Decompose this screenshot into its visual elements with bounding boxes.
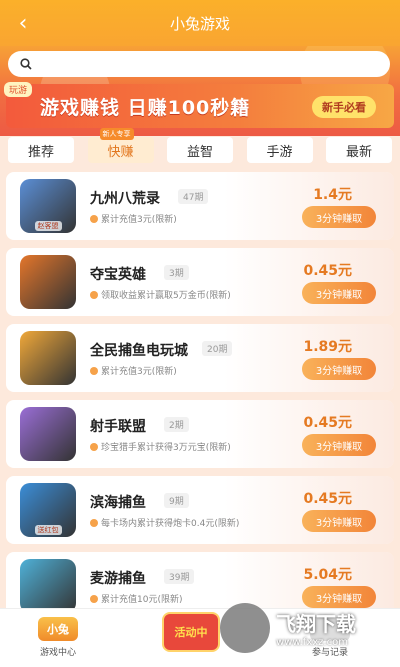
thumbnail-label: 送红包	[34, 525, 62, 535]
search-bar[interactable]	[8, 51, 390, 77]
banner-text: 游戏赚钱 日赚100秒籍	[40, 96, 251, 119]
earn-button[interactable]: 3分钟赚取	[302, 586, 376, 608]
new-user-badge: 新人专享	[99, 128, 134, 140]
game-name: 滨海捕鱼	[90, 495, 146, 511]
game-list: 赵客盟 九州八荒录 47期 累计充值3元(限新) 1.4元 3分钟赚取 夺宝英雄…	[6, 172, 394, 620]
game-tag: 39期	[164, 569, 195, 584]
tab-label: 手游	[266, 144, 293, 160]
tab-label: 益智	[186, 144, 213, 160]
earn-button[interactable]: 3分钟赚取	[302, 434, 376, 456]
game-task-text: 领取收益累计赢取5万金币(限新)	[101, 291, 231, 301]
game-tag: 2期	[164, 417, 189, 432]
earn-button[interactable]: 3分钟赚取	[302, 282, 376, 304]
tab-mobile-games[interactable]: 手游	[246, 137, 313, 163]
tab-puzzle[interactable]: 益智	[167, 137, 233, 163]
earn-button[interactable]: 3分钟赚取	[302, 358, 376, 380]
reward-price: 0.45元	[303, 263, 352, 279]
game-task-text: 累计充值10元(限新)	[101, 595, 183, 605]
list-item[interactable]: 送红包 滨海捕鱼 9期 每卡场内累计获得炮卡0.4元(限新) 0.45元 3分钟…	[6, 476, 394, 544]
earn-button[interactable]: 3分钟赚取	[302, 206, 376, 228]
tab-label: 快赚	[107, 144, 134, 160]
game-thumbnail: 赵客盟	[20, 179, 76, 233]
game-name: 射手联盟	[90, 419, 146, 435]
tab-latest[interactable]: 最新	[326, 137, 392, 163]
nav-label: 游戏中心	[39, 648, 76, 658]
reward-price: 5.04元	[303, 567, 352, 583]
game-thumbnail	[20, 559, 76, 613]
game-center-icon: 小兔	[38, 617, 78, 641]
game-task-text: 珍宝猎手累计获得3万元宝(限新)	[101, 443, 231, 453]
reward-price: 0.45元	[303, 415, 352, 431]
activity-center-label: 活动中	[174, 626, 208, 639]
category-tabs: 推荐 新人专享 快赚 益智 手游 最新	[0, 128, 400, 170]
game-tag: 20期	[202, 341, 233, 356]
thumbnail-label: 赵客盟	[34, 221, 62, 231]
reward-price: 0.45元	[303, 491, 352, 507]
chevron-left-icon: ‹	[18, 10, 28, 36]
tab-recommend[interactable]: 推荐	[8, 137, 74, 163]
newbie-guide-button[interactable]: 新手必看	[312, 96, 376, 118]
game-name: 麦游捕鱼	[90, 571, 146, 587]
nav-participation-record[interactable]: 参与记录	[310, 617, 350, 658]
top-bar: ‹ 小兔游戏	[0, 0, 400, 46]
nav-game-center[interactable]: 小兔 游戏中心	[38, 617, 78, 658]
record-icon	[310, 617, 350, 641]
coin-icon	[90, 442, 98, 451]
coin-icon	[90, 214, 98, 223]
game-tag: 9期	[164, 493, 189, 508]
game-thumbnail	[20, 407, 76, 461]
tab-label: 最新	[345, 144, 372, 160]
coin-icon	[90, 366, 98, 375]
search-icon	[20, 58, 32, 70]
promo-banner[interactable]: 玩游 游戏赚钱 日赚100秒籍 新手必看	[4, 82, 394, 128]
reward-price: 1.4元	[313, 187, 352, 203]
game-task-text: 累计充值3元(限新)	[101, 367, 177, 377]
banner-tag: 玩游	[4, 82, 33, 97]
list-item[interactable]: 射手联盟 2期 珍宝猎手累计获得3万元宝(限新) 0.45元 3分钟赚取	[6, 400, 394, 468]
game-task: 累计充值3元(限新)	[90, 364, 177, 377]
game-task: 累计充值10元(限新)	[90, 592, 182, 605]
game-thumbnail: 送红包	[20, 483, 76, 537]
game-thumbnail	[20, 331, 76, 385]
game-task: 珍宝猎手累计获得3万元宝(限新)	[90, 440, 231, 453]
game-task: 累计充值3元(限新)	[90, 212, 177, 225]
game-tag: 47期	[178, 189, 209, 204]
list-item[interactable]: 赵客盟 九州八荒录 47期 累计充值3元(限新) 1.4元 3分钟赚取	[6, 172, 394, 240]
tab-quick-earn[interactable]: 新人专享 快赚	[87, 128, 154, 163]
game-name: 夺宝英雄	[90, 267, 146, 283]
game-center-icon-text: 小兔	[47, 623, 69, 636]
reward-price: 1.89元	[303, 339, 352, 355]
game-thumbnail	[20, 255, 76, 309]
page-title: 小兔游戏	[169, 14, 230, 33]
game-name: 九州八荒录	[90, 191, 160, 207]
game-name: 全民捕鱼电玩城	[90, 343, 188, 359]
list-item[interactable]: 全民捕鱼电玩城 20期 累计充值3元(限新) 1.89元 3分钟赚取	[6, 324, 394, 392]
earn-button[interactable]: 3分钟赚取	[302, 510, 376, 532]
coin-icon	[90, 594, 98, 603]
back-button[interactable]: ‹	[8, 8, 38, 38]
search-input[interactable]	[38, 57, 368, 71]
game-task-text: 每卡场内累计获得炮卡0.4元(限新)	[101, 519, 240, 529]
nav-label: 参与记录	[311, 648, 348, 658]
coin-icon	[90, 290, 98, 299]
coin-icon	[90, 518, 98, 527]
game-tag: 3期	[164, 265, 189, 280]
game-task-text: 累计充值3元(限新)	[101, 215, 177, 225]
activity-center-button[interactable]: 活动中	[162, 612, 220, 652]
list-item[interactable]: 夺宝英雄 3期 领取收益累计赢取5万金币(限新) 0.45元 3分钟赚取	[6, 248, 394, 316]
tab-label: 推荐	[27, 144, 54, 160]
game-task: 每卡场内累计获得炮卡0.4元(限新)	[90, 516, 239, 529]
game-task: 领取收益累计赢取5万金币(限新)	[90, 288, 231, 301]
